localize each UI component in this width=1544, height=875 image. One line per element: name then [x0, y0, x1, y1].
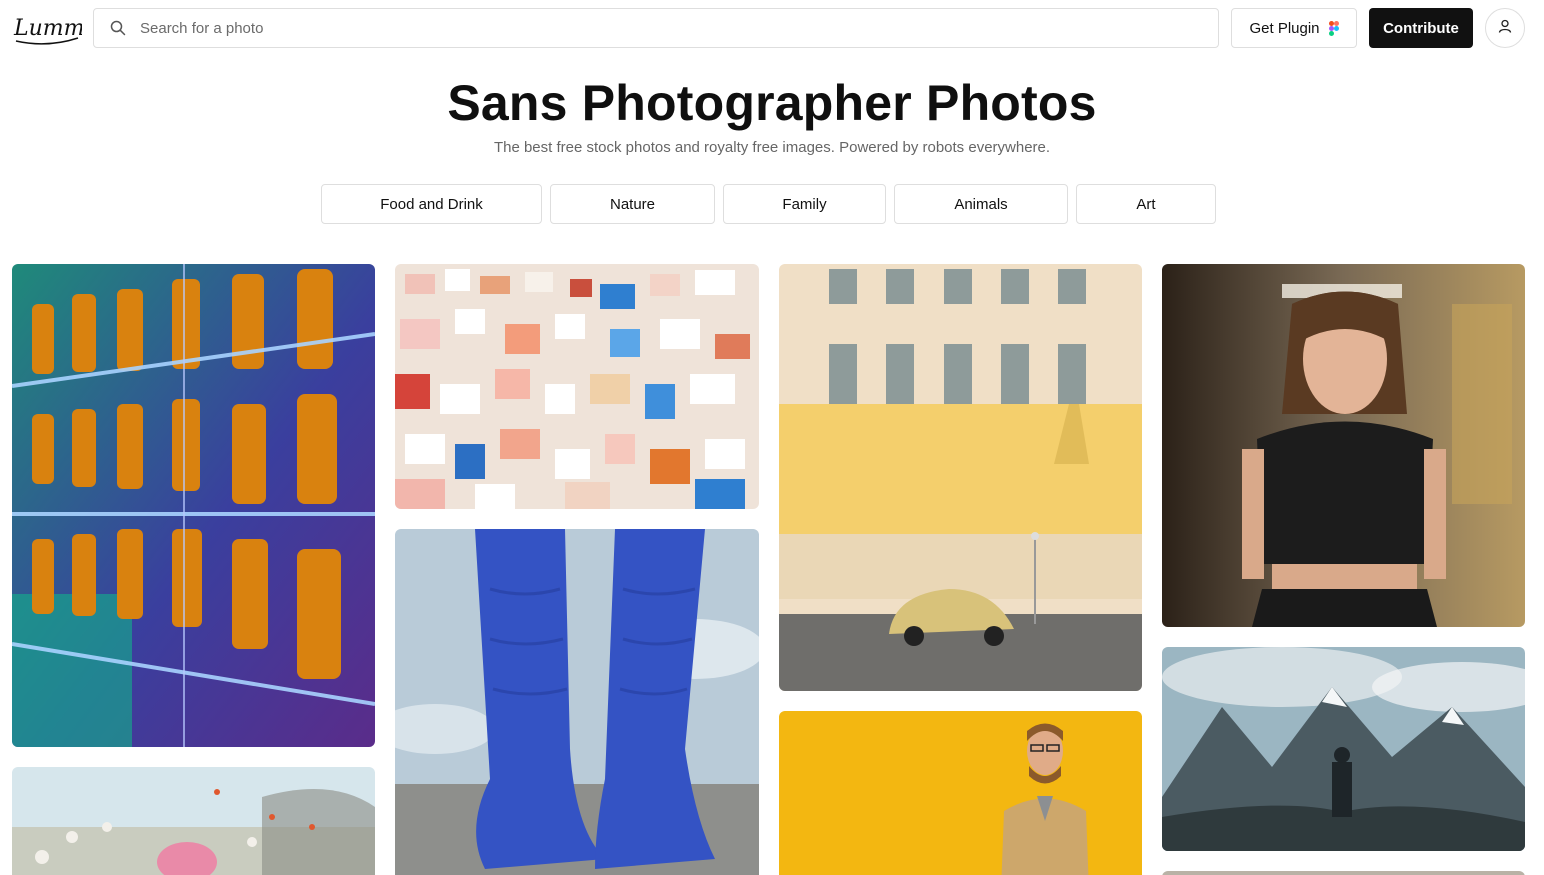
user-account-button[interactable]	[1485, 8, 1525, 48]
page-title: Sans Photographer Photos	[447, 75, 1097, 131]
figma-icon	[1328, 20, 1339, 36]
user-icon	[1498, 19, 1512, 38]
photo-colorful-village[interactable]	[395, 264, 759, 509]
photo-woman-hallway[interactable]	[1162, 264, 1525, 627]
search-icon	[110, 20, 126, 36]
top-bar: Lummi Get Plugin Contribute	[0, 0, 1544, 56]
search-input[interactable]	[140, 19, 1140, 37]
photo-blue-boots[interactable]	[395, 529, 759, 875]
category-nature[interactable]: Nature	[550, 184, 715, 224]
category-art[interactable]: Art	[1076, 184, 1216, 224]
svg-text:Lummi: Lummi	[13, 16, 82, 41]
lummi-logo[interactable]: Lummi	[12, 8, 92, 46]
photo-man-yellow-wall[interactable]	[779, 711, 1142, 875]
photo-orange-bottles-shelves[interactable]	[12, 264, 375, 747]
search-bar[interactable]	[93, 8, 1219, 48]
photo-partial-bottom[interactable]	[1162, 871, 1525, 875]
photo-wildflowers-field[interactable]	[12, 767, 375, 875]
category-animals[interactable]: Animals	[894, 184, 1068, 224]
category-food-and-drink[interactable]: Food and Drink	[321, 184, 542, 224]
contribute-button[interactable]: Contribute	[1369, 8, 1473, 48]
photo-yellow-building-car[interactable]	[779, 264, 1142, 691]
get-plugin-button[interactable]: Get Plugin	[1231, 8, 1357, 48]
page-subtitle: The best free stock photos and royalty f…	[493, 139, 1051, 156]
category-family[interactable]: Family	[723, 184, 886, 224]
get-plugin-label: Get Plugin	[1249, 19, 1320, 37]
photo-mountain-hiker[interactable]	[1162, 647, 1525, 851]
logo-wordmark: Lummi	[13, 16, 92, 45]
